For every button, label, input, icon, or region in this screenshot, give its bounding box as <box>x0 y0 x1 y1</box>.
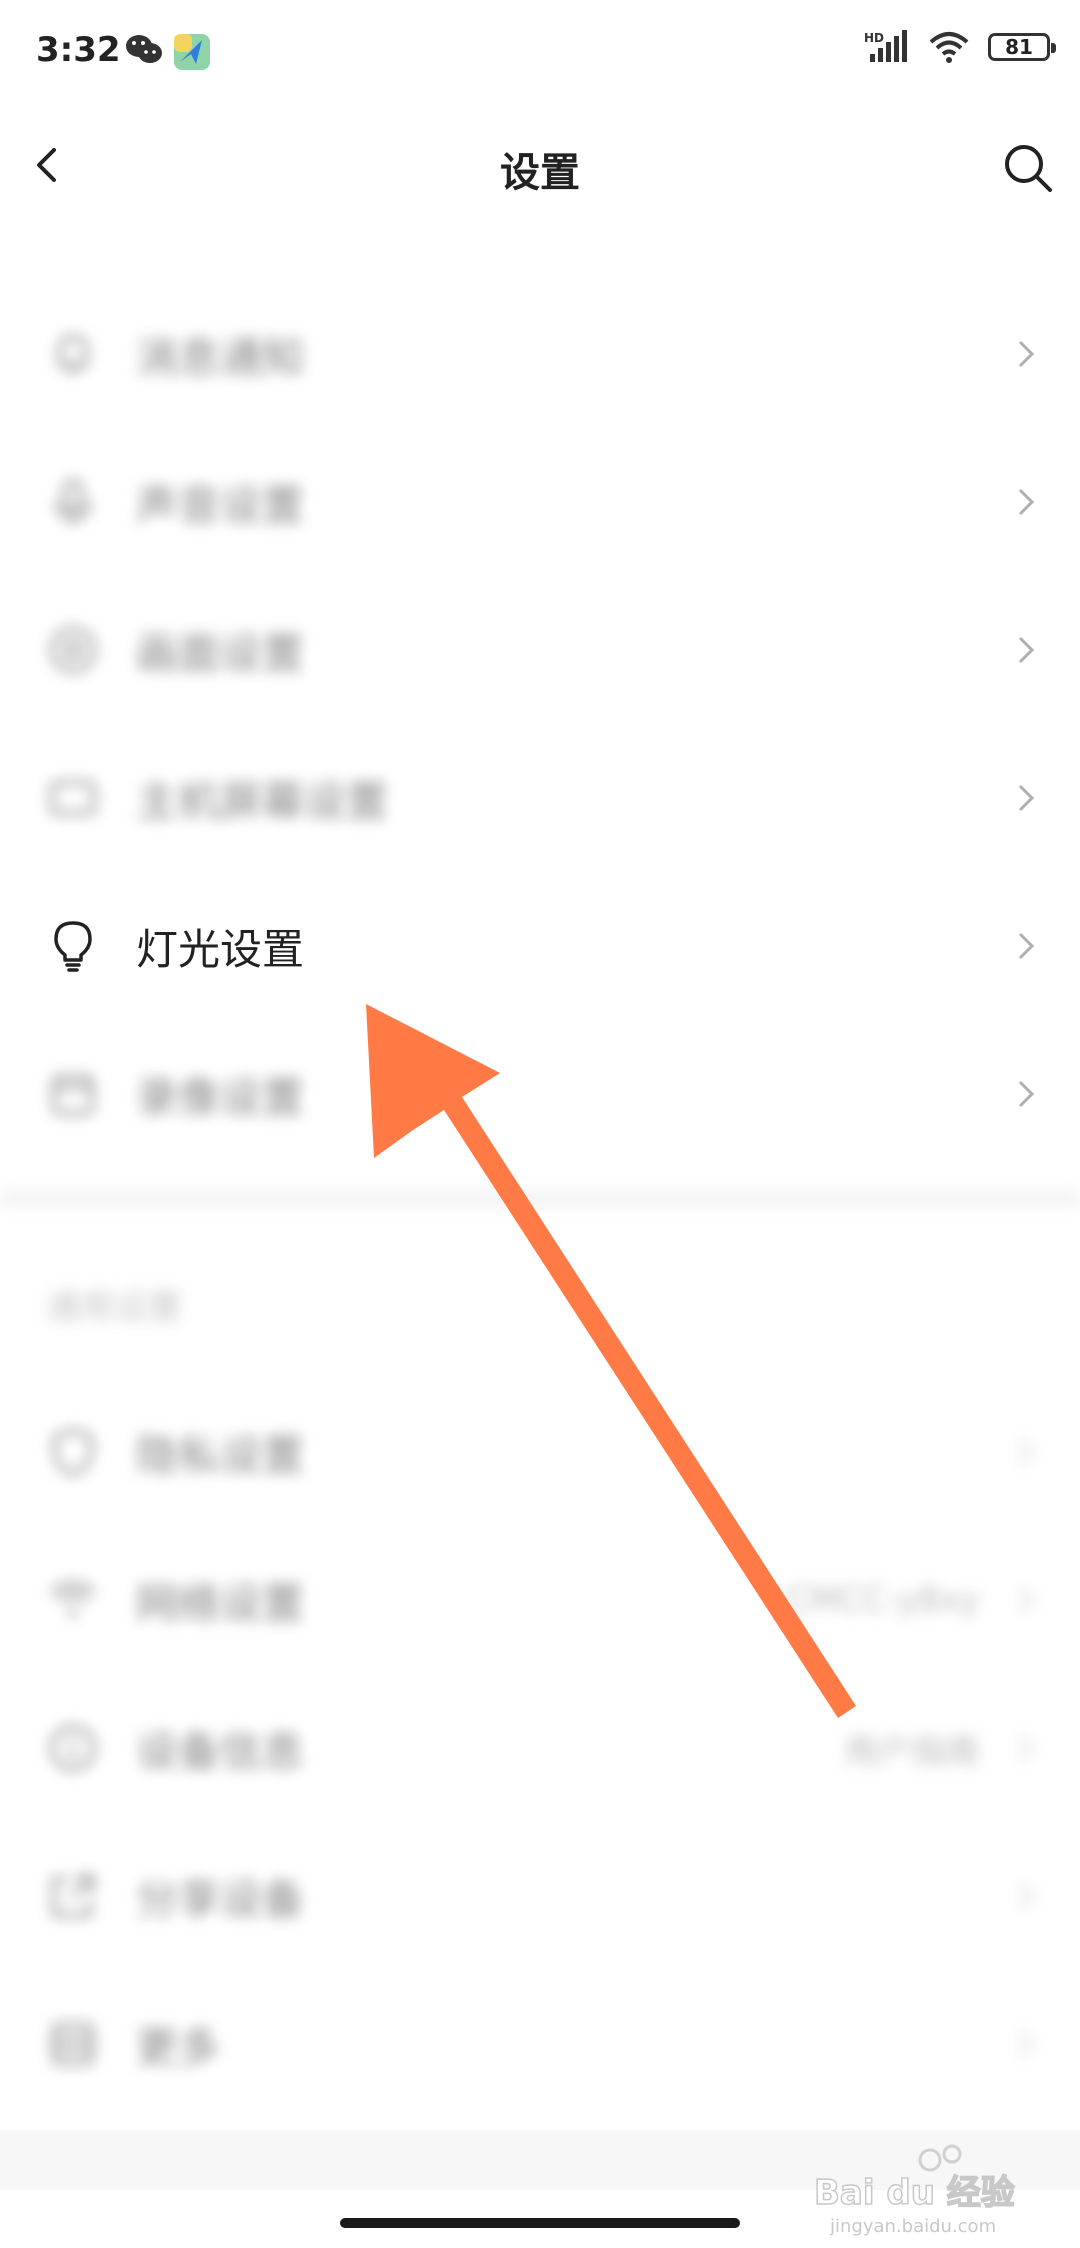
grid-icon <box>52 2023 94 2065</box>
settings-item-sound[interactable]: 声音设置 <box>0 428 1080 576</box>
chevron-right-icon <box>1018 932 1035 960</box>
settings-item-more[interactable]: 更多 <box>0 1970 1080 2118</box>
chevron-right-icon <box>1018 1586 1035 1614</box>
chevron-right-icon <box>1018 340 1035 368</box>
palette-icon <box>50 627 96 673</box>
info-icon <box>50 1725 96 1771</box>
section-title-general: 通用设置 <box>46 1288 182 1328</box>
section-divider <box>0 1190 1080 1208</box>
svg-text:HD: HD <box>864 31 884 45</box>
status-time: 3:32 <box>36 30 121 70</box>
bell-icon <box>58 334 88 373</box>
settings-item-label: 分享设备 <box>136 1874 305 1924</box>
svg-text:jingyan.baidu.com: jingyan.baidu.com <box>829 2216 996 2237</box>
record-icon <box>52 1075 94 1115</box>
chevron-right-icon <box>1018 2030 1035 2058</box>
settings-item-network[interactable]: 网络设置 CMCC-y8xy <box>0 1526 1080 1674</box>
settings-item-privacy[interactable]: 隐私设置 <box>0 1378 1080 1526</box>
signal-icon: HD <box>864 30 907 62</box>
settings-item-recording[interactable]: 录像设置 <box>0 1020 1080 1168</box>
microphone-icon <box>55 479 91 525</box>
svg-text:Bai du 经验: Bai du 经验 <box>814 2173 1015 2213</box>
chevron-right-icon <box>1018 488 1035 516</box>
settings-item-host-screen[interactable]: 主机屏幕设置 <box>0 724 1080 872</box>
settings-item-notifications[interactable]: 消息通知 <box>0 280 1080 428</box>
settings-item-label: 声音设置 <box>136 480 305 530</box>
settings-item-lighting[interactable]: 灯光设置 <box>0 872 1080 1020</box>
lightbulb-icon <box>54 921 92 972</box>
share-icon <box>52 1875 94 1917</box>
search-icon[interactable] <box>1000 140 1056 196</box>
settings-item-label: 隐私设置 <box>136 1430 305 1480</box>
chevron-right-icon <box>1018 1734 1035 1762</box>
home-indicator[interactable] <box>340 2218 740 2228</box>
settings-group-main: 消息通知 声音设置 画面设置 主机屏幕设置 灯光设置 录像设置 <box>0 280 1080 1168</box>
monitor-icon <box>50 781 96 815</box>
chevron-right-icon <box>1018 1882 1035 1910</box>
header-bar: 设置 <box>0 110 1080 225</box>
settings-item-share-device[interactable]: 分享设备 <box>0 1822 1080 1970</box>
settings-item-device-info[interactable]: 设备信息 用户指南 <box>0 1674 1080 1822</box>
shield-icon <box>53 1427 93 1477</box>
settings-item-picture[interactable]: 画面设置 <box>0 576 1080 724</box>
settings-item-label: 网络设置 <box>136 1578 305 1628</box>
settings-item-label: 设备信息 <box>136 1726 305 1776</box>
settings-group-general: 隐私设置 网络设置 CMCC-y8xy 设备信息 用户指南 分享设备 更多 <box>0 1378 1080 2118</box>
settings-item-label: 灯光设置 <box>136 924 305 974</box>
settings-item-value: 用户指南 <box>844 1731 980 1772</box>
settings-item-value: CMCC-y8xy <box>785 1580 980 1620</box>
chevron-right-icon <box>1018 1438 1035 1466</box>
settings-item-label: 消息通知 <box>136 332 305 382</box>
chevron-right-icon <box>1018 784 1035 812</box>
page-title: 设置 <box>500 150 580 196</box>
wifi-icon <box>49 1582 97 1617</box>
wifi-status-icon <box>929 32 969 63</box>
settings-item-label: 更多 <box>136 2022 221 2072</box>
battery-indicator: 81 <box>988 33 1056 61</box>
settings-item-label: 画面设置 <box>136 628 305 678</box>
map-app-icon <box>174 34 210 70</box>
settings-item-label: 录像设置 <box>136 1072 305 1122</box>
settings-item-label: 主机屏幕设置 <box>136 776 389 826</box>
wechat-icon <box>126 35 162 63</box>
status-bar: 3:32 HD 81 <box>0 0 1080 100</box>
chevron-right-icon <box>1018 1080 1035 1108</box>
chevron-right-icon <box>1018 636 1035 664</box>
baidu-jingyan-watermark: Bai du 经验 jingyan.baidu.com <box>813 2144 1015 2237</box>
